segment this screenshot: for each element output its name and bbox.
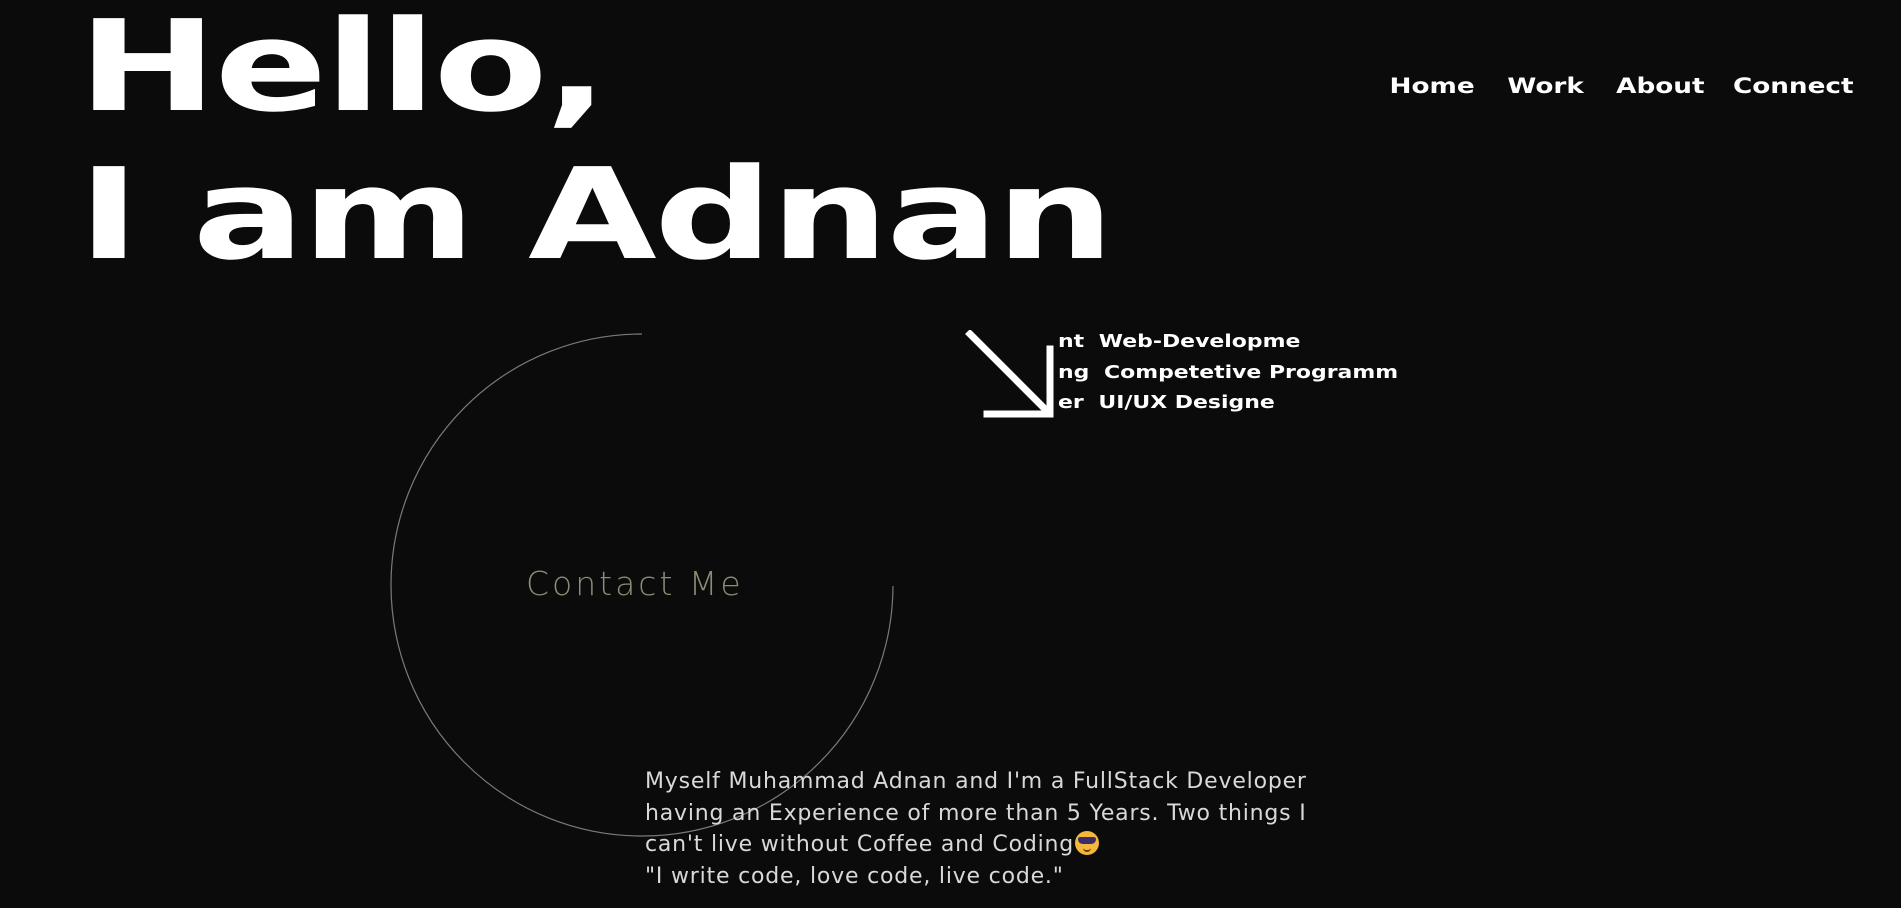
smiling-face-with-sunglasses-icon bbox=[1075, 831, 1100, 855]
bio-line: Myself Muhammad Adnan and I'm a FullStac… bbox=[645, 769, 1307, 794]
nav-home-link[interactable]: Home bbox=[1389, 74, 1474, 98]
skills-marquee: nt Web-Developme ng Competetive Programm e… bbox=[1058, 330, 1458, 420]
bio-line: having an Experience of more than 5 Year… bbox=[645, 800, 1307, 826]
skill-prefix: ng bbox=[1058, 362, 1090, 383]
skill-row-design: er UI/UX Designe bbox=[1058, 392, 1335, 418]
nav-about-link[interactable]: About bbox=[1616, 74, 1704, 98]
nav-work-link[interactable]: Work bbox=[1507, 74, 1583, 98]
arrow-down-right-icon bbox=[965, 330, 1054, 418]
bio-text: Myself Muhammad Adnan and I'm a FullStac… bbox=[645, 766, 1335, 892]
bio-quote: "I write code, love code, live code." bbox=[645, 863, 1064, 889]
skill-prefix: er bbox=[1058, 392, 1084, 413]
skill-prefix: nt bbox=[1058, 331, 1085, 352]
hero-name: I am Adnan bbox=[78, 141, 1114, 288]
skill-label: UI/UX Designe bbox=[1098, 392, 1275, 413]
nav-connect-link[interactable]: Connect bbox=[1732, 74, 1853, 98]
skill-label: Competetive Programm bbox=[1103, 362, 1399, 383]
bio-line: can't live without Coffee and Coding bbox=[645, 829, 1335, 861]
skill-row-programming: ng Competetive Programm bbox=[1058, 362, 1458, 388]
contact-me-button[interactable]: Contact Me bbox=[526, 564, 744, 603]
hero-greeting: Hello, bbox=[78, 0, 608, 140]
main-nav: Home Work About Connect bbox=[1349, 74, 1853, 98]
skill-label: Web-Developme bbox=[1098, 331, 1301, 352]
bio-line-text: can't live without Coffee and Coding bbox=[645, 832, 1075, 857]
skill-row-web: nt Web-Developme bbox=[1058, 331, 1387, 357]
